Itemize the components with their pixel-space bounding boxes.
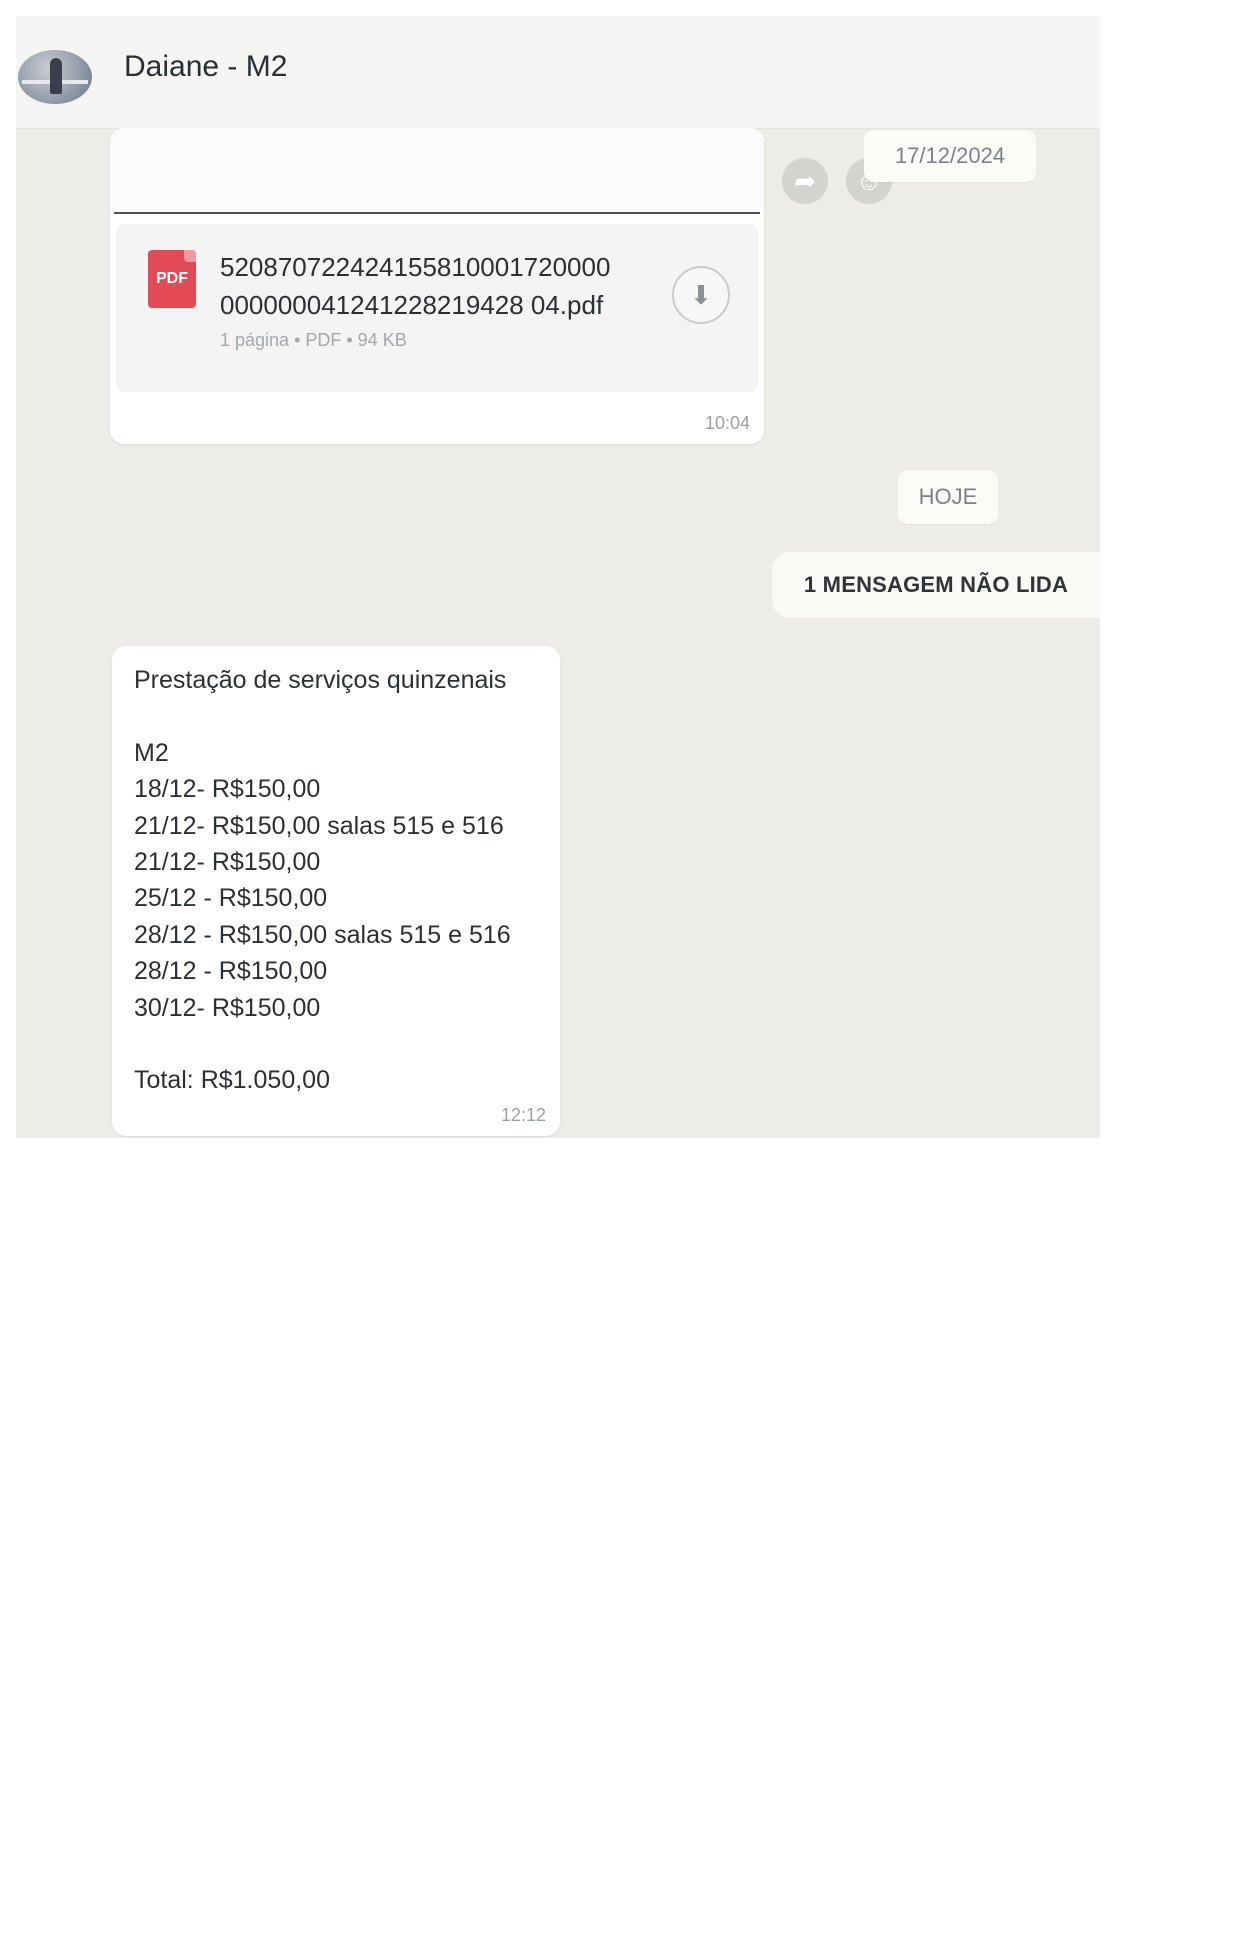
message-line: 25/12 - R$150,00 [134,884,328,913]
date-separator: 17/12/2024 [864,130,1036,182]
document-preview[interactable] [110,128,764,212]
chat-header: Daiane - M2 [16,16,1100,129]
message-line: 21/12- R$150,00 salas 515 e 516 [134,811,504,840]
message-line: 21/12- R$150,00 [134,847,321,876]
message-timestamp: 10:04 [704,413,750,433]
document-meta: 1 página • PDF • 94 KB [220,330,407,350]
message-line [134,698,511,734]
message-line: 28/12 - R$150,00 [134,957,328,986]
message-line [134,1026,511,1062]
whatsapp-chat-window: Daiane - M2 PDF 520870722424155810001720… [16,16,1100,1138]
avatar-photo-figure [50,58,62,94]
unread-messages-banner: 1 MENSAGEM NÃO LIDA [772,552,1100,618]
message-line: 18/12- R$150,00 [134,775,321,804]
contact-avatar[interactable] [18,50,92,104]
message-line: M2 [134,738,169,767]
message-line: 28/12 - R$150,00 salas 515 e 516 [134,920,511,949]
download-icon[interactable]: ⬇ [672,266,730,324]
message-list: PDF 520870722424155810001720000 000000041… [16,128,1100,1138]
forward-icon[interactable]: ➦ [782,158,828,204]
message-line: 30/12- R$150,00 [134,993,321,1022]
text-message-bubble[interactable]: Prestação de serviços quinzenais M2 18/1… [112,646,560,1136]
document-message-bubble[interactable]: PDF 520870722424155810001720000 000000041… [110,128,764,444]
message-line: Prestação de serviços quinzenais [134,666,507,694]
date-separator-today: HOJE [898,470,998,524]
contact-name[interactable]: Daiane - M2 [124,50,287,84]
message-line: Total: R$1.050,00 [134,1066,330,1095]
message-timestamp: 12:12 [500,1105,546,1125]
message-text: Prestação de serviços quinzenais M2 18/1… [134,662,511,1099]
document-filename: 520870722424155810001720000 0000000412412… [220,252,611,320]
pdf-file-icon: PDF [148,250,196,308]
document-preview-divider [114,212,760,214]
document-attachment-card[interactable]: PDF 520870722424155810001720000 000000041… [116,224,758,392]
